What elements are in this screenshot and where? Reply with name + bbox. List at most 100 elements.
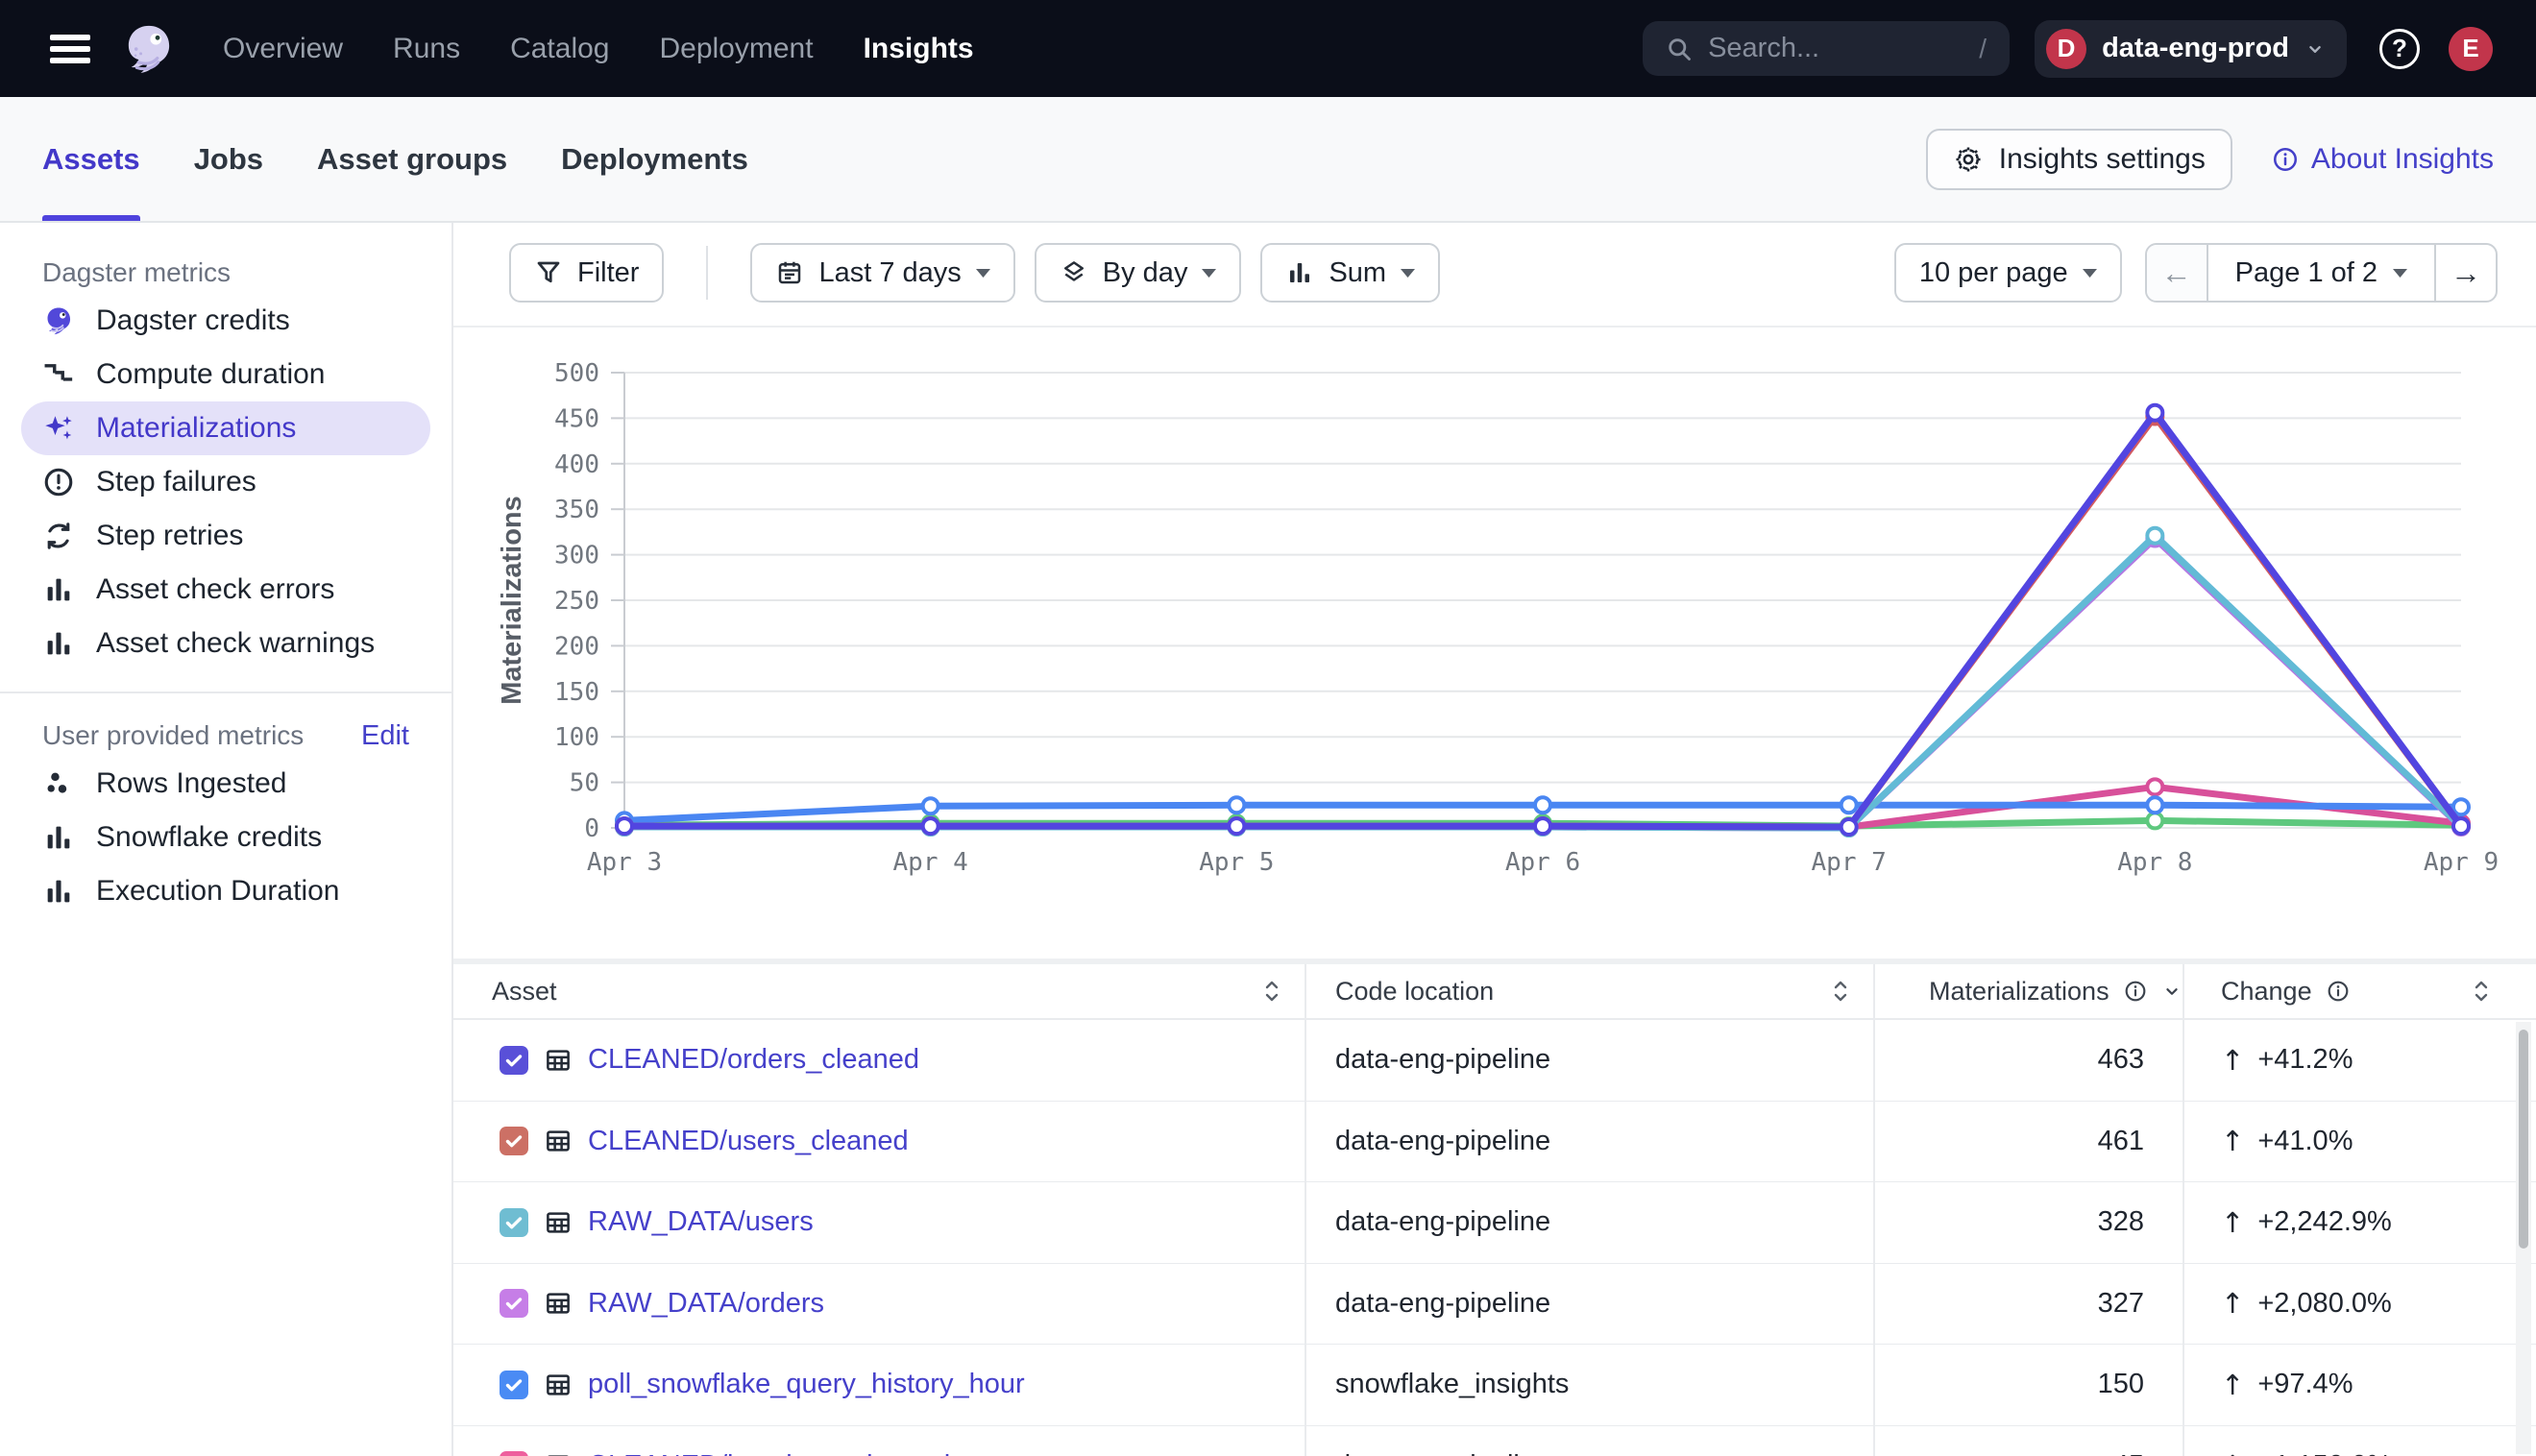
table-row: CLEANED/locations_cleaned data-eng-pipeli… — [453, 1426, 2536, 1456]
info-icon[interactable] — [2326, 979, 2351, 1004]
column-header-code-location[interactable]: Code location — [1306, 964, 1875, 1018]
bar-chart-icon — [1285, 258, 1314, 287]
change-cell: ↑+97.4% — [2184, 1345, 2514, 1425]
menu-icon[interactable] — [50, 35, 90, 63]
tab-asset-groups[interactable]: Asset groups — [317, 97, 507, 221]
sidebar-item-label: Step retries — [96, 520, 243, 552]
tab-jobs[interactable]: Jobs — [194, 97, 263, 221]
row-checkbox[interactable] — [500, 1289, 528, 1318]
edit-metrics-link[interactable]: Edit — [361, 720, 409, 752]
caret-down-icon — [1202, 269, 1216, 278]
sidebar-item-label: Asset check warnings — [96, 627, 375, 660]
date-range-dropdown[interactable]: Last 7 days — [750, 243, 1014, 303]
dagster-logo-icon[interactable] — [121, 21, 177, 77]
table-asset-icon — [544, 1208, 573, 1237]
help-icon[interactable]: ? — [2379, 29, 2420, 69]
date-range-label: Last 7 days — [818, 257, 961, 289]
code-location-cell: data-eng-pipeline — [1306, 1426, 1875, 1456]
group-by-dropdown[interactable]: By day — [1035, 243, 1242, 303]
sidebar-item-asset-check-warnings[interactable]: Asset check warnings — [0, 617, 451, 670]
row-checkbox[interactable] — [500, 1451, 528, 1456]
info-icon — [2271, 145, 2300, 174]
table-asset-icon — [544, 1046, 573, 1075]
page-select-dropdown[interactable]: Page 1 of 2 — [2207, 245, 2436, 301]
search-shortcut: / — [1979, 34, 1987, 64]
prev-page-button[interactable]: ← — [2147, 245, 2207, 301]
sidebar-item-materializations[interactable]: Materializations — [21, 401, 430, 455]
about-insights-link[interactable]: About Insights — [2271, 143, 2494, 176]
column-header-materializations[interactable]: Materializations — [1875, 964, 2184, 1018]
per-page-label: 10 per page — [1919, 257, 2068, 289]
scrollbar-thumb[interactable] — [2519, 1030, 2528, 1249]
nav-item-insights[interactable]: Insights — [864, 33, 974, 65]
nav-item-overview[interactable]: Overview — [223, 33, 343, 65]
sidebar-item-snowflake-credits[interactable]: Snowflake credits — [0, 811, 451, 864]
svg-text:Materializations: Materializations — [497, 496, 527, 705]
code-location-cell: data-eng-pipeline — [1306, 1102, 1875, 1182]
svg-text:50: 50 — [570, 769, 599, 798]
table-row: RAW_DATA/usersdata-eng-pipeline328↑+2,24… — [453, 1182, 2536, 1264]
insights-settings-button[interactable]: Insights settings — [1926, 129, 2232, 190]
svg-text:Apr 3: Apr 3 — [587, 848, 662, 877]
aggregate-dropdown[interactable]: Sum — [1260, 243, 1440, 303]
row-checkbox[interactable] — [500, 1127, 528, 1155]
column-header-asset[interactable]: Asset — [453, 964, 1306, 1018]
row-checkbox[interactable] — [500, 1371, 528, 1399]
bar-chart-icon — [42, 627, 75, 660]
column-header-change[interactable]: Change — [2184, 964, 2514, 1018]
table-row: CLEANED/users_cleaneddata-eng-pipeline46… — [453, 1102, 2536, 1183]
row-checkbox[interactable] — [500, 1208, 528, 1237]
change-value: +41.0% — [2257, 1126, 2353, 1157]
assets-table: Asset Code location Materializations — [453, 959, 2536, 1456]
table-asset-icon — [544, 1451, 573, 1456]
tab-deployments[interactable]: Deployments — [561, 97, 748, 221]
chevron-down-icon[interactable] — [2161, 981, 2182, 1002]
sidebar-item-dagster-credits[interactable]: Dagster credits — [0, 294, 451, 348]
code-location-value: data-eng-pipeline — [1335, 1206, 1550, 1238]
asset-link[interactable]: RAW_DATA/users — [588, 1206, 814, 1238]
sort-icon[interactable] — [2470, 978, 2493, 1005]
sidebar-divider — [0, 692, 451, 693]
sort-icon[interactable] — [1260, 978, 1283, 1005]
next-page-button[interactable]: → — [2436, 245, 2496, 301]
asset-link[interactable]: CLEANED/locations_cleaned — [588, 1450, 950, 1456]
row-checkbox[interactable] — [500, 1046, 528, 1075]
tab-assets[interactable]: Assets — [42, 97, 140, 221]
up-arrow-icon: ↑ — [2221, 1044, 2244, 1077]
asset-link[interactable]: RAW_DATA/orders — [588, 1288, 824, 1320]
sort-icon[interactable] — [1829, 978, 1852, 1005]
caret-down-icon — [2083, 269, 2097, 278]
search-icon — [1666, 36, 1693, 62]
asset-link[interactable]: poll_snowflake_query_history_hour — [588, 1369, 1025, 1400]
sidebar-item-execution-duration[interactable]: Execution Duration — [0, 864, 451, 918]
table-asset-icon — [544, 1371, 573, 1399]
per-page-dropdown[interactable]: 10 per page — [1894, 243, 2122, 303]
asset-link[interactable]: CLEANED/users_cleaned — [588, 1126, 909, 1157]
chart-controls: Filter Last 7 days By day — [453, 223, 2536, 328]
bar-chart-icon — [42, 821, 75, 854]
nav-item-deployment[interactable]: Deployment — [659, 33, 813, 65]
table-asset-icon — [544, 1127, 573, 1155]
user-avatar[interactable]: E — [2449, 27, 2493, 71]
sidebar-item-asset-check-errors[interactable]: Asset check errors — [0, 563, 451, 617]
search-input[interactable]: Search... / — [1643, 21, 2010, 76]
code-location-cell: snowflake_insights — [1306, 1345, 1875, 1425]
sidebar-item-label: Dagster credits — [96, 304, 290, 337]
sidebar-item-rows-ingested[interactable]: Rows Ingested — [0, 757, 451, 811]
filter-button[interactable]: Filter — [509, 243, 664, 303]
deployment-switcher[interactable]: D data-eng-prod — [2035, 20, 2347, 78]
code-location-cell: data-eng-pipeline — [1306, 1182, 1875, 1263]
nav-item-runs[interactable]: Runs — [393, 33, 460, 65]
svg-text:300: 300 — [554, 542, 599, 570]
asset-link[interactable]: CLEANED/orders_cleaned — [588, 1044, 919, 1076]
svg-text:Apr 7: Apr 7 — [1812, 848, 1887, 877]
change-cell: ↑+2,080.0% — [2184, 1264, 2514, 1345]
sidebar-item-step-retries[interactable]: Step retries — [0, 509, 451, 563]
nav-item-catalog[interactable]: Catalog — [510, 33, 609, 65]
bar-chart-icon — [42, 875, 75, 908]
sidebar-item-step-failures[interactable]: Step failures — [0, 455, 451, 509]
info-icon[interactable] — [2123, 979, 2148, 1004]
sidebar-item-compute-duration[interactable]: Compute duration — [0, 348, 451, 401]
table-scrollbar[interactable] — [2516, 1022, 2531, 1454]
up-arrow-icon: ↑ — [2221, 1206, 2244, 1239]
